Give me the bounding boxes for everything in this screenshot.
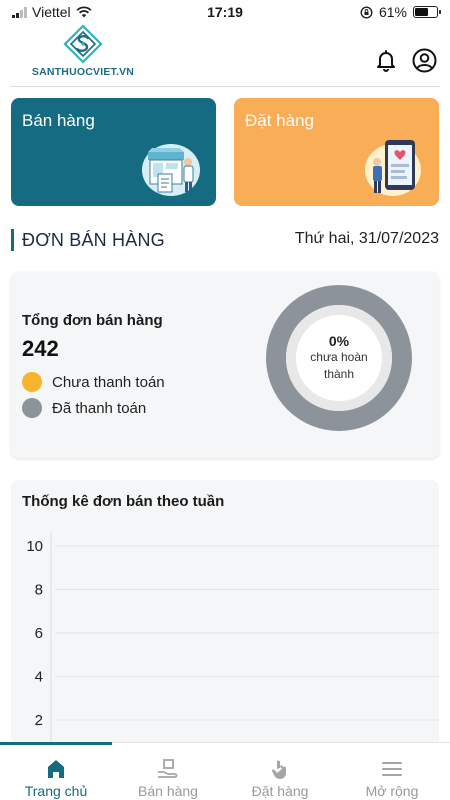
orientation-lock-icon (360, 5, 373, 19)
hand-tap-icon (271, 760, 286, 779)
app-logo[interactable]: SANTHUOCVIET.VN (28, 24, 138, 82)
donut-caption: chưa hoàn thành (310, 349, 368, 381)
chart-y-tick-label: 4 (35, 669, 43, 686)
legend-item-unpaid: Chưa thanh toán (22, 372, 165, 392)
status-left: Viettel (12, 4, 162, 20)
logo-text: SANTHUOCVIET.VN (31, 66, 135, 78)
status-time: 17:19 (207, 4, 243, 20)
nav-item-more[interactable]: Mở rộng (336, 743, 448, 800)
chart-y-tick-label: 2 (35, 712, 43, 729)
legend-item-paid: Đã thanh toán (22, 398, 146, 418)
menu-icon (382, 762, 402, 776)
weekly-sales-chart: 10 8 6 4 2 (26, 532, 439, 742)
header-divider (10, 86, 440, 87)
user-circle-icon[interactable] (412, 48, 437, 73)
total-orders-label: Tổng đơn bán hàng (22, 312, 163, 329)
legend-label-paid: Đã thanh toán (52, 399, 147, 417)
nav-item-home[interactable]: Trang chủ (0, 743, 112, 800)
sell-card-label: Bán hàng (22, 111, 95, 130)
nav-label-sell: Bán hàng (138, 783, 198, 799)
section-date: Thứ hai, 31/07/2023 (294, 230, 439, 247)
carrier-name: Viettel (32, 4, 71, 20)
order-card-button[interactable]: Đặt hàng (234, 98, 439, 206)
section-title: ĐƠN BÁN HÀNG (22, 230, 165, 250)
legend-dot-paid (22, 398, 42, 418)
pharmacy-store-illustration (142, 144, 200, 196)
battery-fill (415, 8, 428, 16)
bottom-navigation: Trang chủ Bán hàng Đặt hàng Mở rộng (0, 742, 450, 800)
donut-percent: 0% (328, 332, 350, 349)
chart-y-tick-label: 10 (26, 538, 43, 555)
battery-percent: 61% (378, 4, 407, 20)
sales-summary-card: Tổng đơn bán hàng 242 Chưa thanh toán Đã… (11, 272, 439, 458)
total-orders-count: 242 (22, 336, 59, 361)
hand-box-icon (158, 759, 178, 778)
app-header: SANTHUOCVIET.VN (0, 24, 450, 86)
nav-label-order: Đặt hàng (251, 783, 309, 799)
wifi-icon (76, 6, 92, 18)
nav-item-order[interactable]: Đặt hàng (224, 743, 336, 800)
weekly-sales-chart-card: Thống kê đơn bán theo tuần 10 8 6 4 2 (11, 480, 439, 742)
nav-item-sell[interactable]: Bán hàng (112, 743, 224, 800)
nav-label-home: Trang chủ (24, 783, 88, 799)
legend-dot-unpaid (22, 372, 42, 392)
chart-y-tick-label: 6 (35, 625, 43, 642)
nav-label-more: Mở rộng (365, 783, 419, 799)
sales-section-header: ĐƠN BÁN HÀNG Thứ hai, 31/07/2023 (11, 228, 439, 252)
donut-center-label: 0% chưa hoàn thành (265, 284, 413, 432)
cellular-signal-icon (12, 6, 27, 18)
sell-card-button[interactable]: Bán hàng (11, 98, 216, 206)
home-icon (48, 760, 64, 778)
logo-mark-icon (63, 24, 103, 64)
online-order-illustration (365, 140, 421, 196)
order-card-label: Đặt hàng (245, 111, 314, 130)
bell-icon[interactable] (374, 48, 398, 72)
section-accent-bar (11, 229, 14, 251)
status-bar: Viettel 17:19 61% (0, 0, 450, 24)
status-right: 61% (288, 4, 441, 20)
chart-y-tick-label: 8 (35, 582, 43, 599)
battery-icon (413, 6, 441, 18)
legend-label-unpaid: Chưa thanh toán (52, 373, 165, 391)
